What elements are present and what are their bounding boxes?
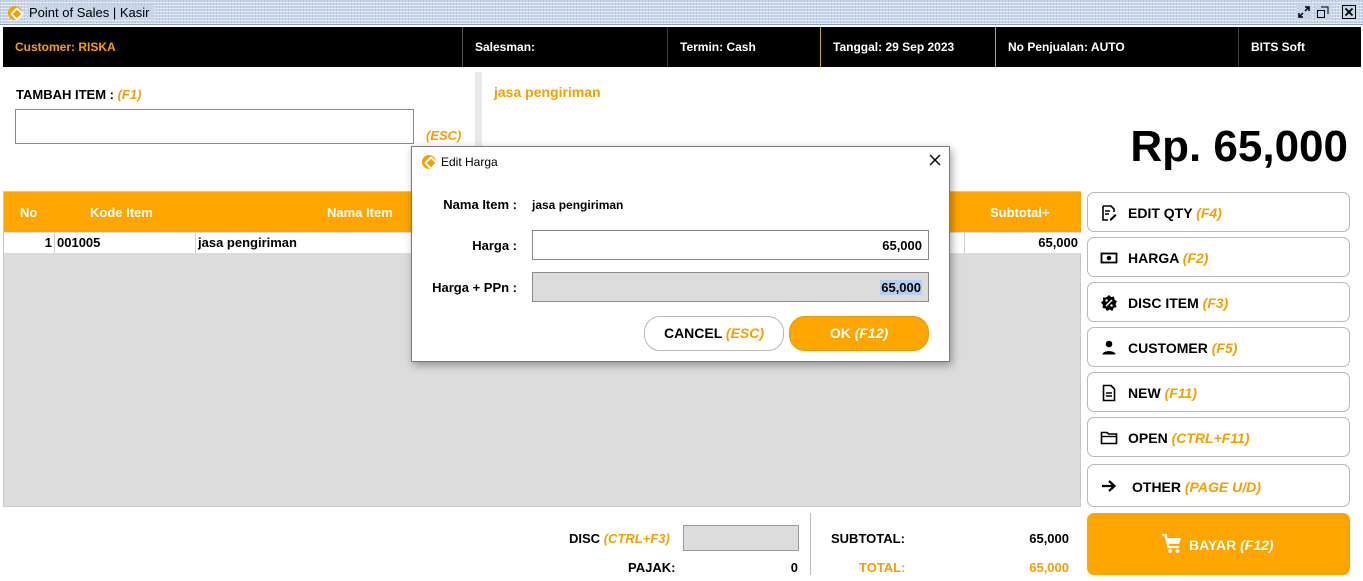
no-penjualan-info: No Penjualan: AUTO [996, 27, 1239, 67]
tanggal-value: 29 Sep 2023 [885, 40, 955, 54]
disc-item-button[interactable]: DISC ITEM (F3) [1087, 282, 1350, 322]
minimize-icon[interactable] [1315, 4, 1331, 20]
nama-item-label: Nama Item : [443, 197, 517, 212]
harga-ppn-input[interactable]: 65,000 [532, 272, 929, 302]
disc-label: DISC [569, 531, 601, 546]
display-total: Rp. 65,000 [1130, 122, 1348, 171]
subtotal-label: SUBTOTAL: [831, 531, 905, 546]
row-subtotal: 65,000 [1038, 235, 1078, 250]
dialog-close-icon[interactable] [926, 151, 944, 169]
disc-summary-label: DISC (CTRL+F3) [569, 531, 670, 546]
pajak-label: PAJAK: [628, 560, 676, 575]
summary-divider [810, 513, 811, 575]
discount-icon [1100, 294, 1118, 312]
window-titlebar: Point of Sales | Kasir [0, 0, 1363, 25]
col-no[interactable]: No [20, 205, 37, 220]
cancel-key: (ESC) [725, 325, 765, 341]
harga-input[interactable]: 65,000 [532, 230, 929, 260]
brand-label: BITS Soft [1251, 40, 1305, 54]
bayar-button[interactable]: BAYAR (F12) [1087, 513, 1350, 575]
add-item-label: TAMBAH ITEM : [16, 87, 114, 102]
edit-harga-dialog: Edit Harga Nama Item : jasa pengiriman H… [411, 146, 950, 362]
cancel-label: CANCEL [663, 325, 723, 341]
edit-icon [1100, 204, 1118, 222]
info-bar: Customer: RISKA Salesman: Termin: Cash T… [3, 27, 1361, 67]
edit-qty-button[interactable]: EDIT QTY (F4) [1087, 192, 1350, 232]
other-button[interactable]: OTHER (PAGE U/D) [1087, 464, 1350, 507]
customer-key: (F5) [1211, 340, 1238, 356]
close-icon[interactable] [1341, 4, 1357, 20]
col-nama-item[interactable]: Nama Item [327, 205, 393, 220]
no-penjualan-value: AUTO [1090, 40, 1125, 54]
new-doc-icon [1100, 384, 1118, 402]
disc-item-label: DISC ITEM [1128, 295, 1199, 311]
add-item-input[interactable] [15, 109, 414, 144]
customer-value: RISKA [78, 40, 116, 54]
other-label: OTHER [1132, 479, 1181, 495]
ppn-field-label: Harga + PPn : [432, 280, 517, 295]
col-subtotal[interactable]: Subtotal+ [990, 205, 1050, 220]
arrow-right-icon [1100, 477, 1118, 495]
harga-button[interactable]: HARGA (F2) [1087, 237, 1350, 277]
disc-key: (CTRL+F3) [603, 531, 670, 546]
total-label: TOTAL: [859, 560, 906, 575]
esc-hint: (ESC) [426, 128, 462, 143]
salesman-label: Salesman: [475, 40, 536, 54]
tanggal-label: Tanggal: [833, 40, 883, 54]
disc-item-key: (F3) [1202, 295, 1229, 311]
open-button[interactable]: OPEN (CTRL+F11) [1087, 417, 1350, 457]
cancel-button[interactable]: CANCEL (ESC) [644, 316, 784, 351]
subtotal-value: 65,000 [1029, 531, 1069, 546]
customer-label: Customer: [15, 40, 76, 54]
termin-info[interactable]: Termin: Cash [668, 27, 821, 67]
cart-icon [1161, 533, 1183, 558]
edit-qty-label: EDIT QTY [1128, 205, 1193, 221]
nama-item-value: jasa pengiriman [532, 198, 624, 212]
salesman-info[interactable]: Salesman: [463, 27, 668, 67]
add-item-panel: TAMBAH ITEM : (F1) (ESC) [3, 72, 475, 185]
bayar-key: (F12) [1240, 537, 1274, 553]
new-key: (F11) [1164, 385, 1197, 401]
open-label: OPEN [1128, 430, 1168, 446]
col-kode-item[interactable]: Kode Item [90, 205, 153, 220]
tanggal-info[interactable]: Tanggal: 29 Sep 2023 [821, 27, 996, 67]
dialog-title: Edit Harga [441, 155, 498, 169]
new-label: NEW [1128, 385, 1161, 401]
harga-key: (F2) [1182, 250, 1209, 266]
open-key: (CTRL+F11) [1171, 430, 1250, 446]
total-value: 65,000 [1029, 560, 1069, 575]
app-logo-icon [8, 6, 22, 20]
harga-label: HARGA [1128, 250, 1179, 266]
add-item-title: TAMBAH ITEM : (F1) [16, 87, 141, 102]
disc-input[interactable] [683, 525, 799, 551]
other-key: (PAGE U/D) [1184, 479, 1261, 495]
row-no: 1 [44, 235, 52, 250]
termin-label: Termin: [680, 40, 724, 54]
person-icon [1100, 339, 1118, 357]
edit-qty-key: (F4) [1196, 205, 1222, 221]
add-item-shortcut: (F1) [117, 87, 142, 102]
customer-info[interactable]: Customer: RISKA [3, 27, 463, 67]
ok-key: (F12) [854, 325, 889, 341]
window-title: Point of Sales | Kasir [27, 5, 155, 20]
harga-ppn-value: 65,000 [880, 280, 922, 295]
row-nama: jasa pengiriman [198, 235, 297, 250]
customer-label-btn: CUSTOMER [1128, 340, 1208, 356]
restore-icon[interactable] [1296, 4, 1312, 20]
ok-button[interactable]: OK (F12) [789, 316, 929, 351]
termin-value: Cash [726, 40, 756, 54]
folder-icon [1100, 429, 1118, 447]
row-kode: 001005 [57, 235, 101, 250]
dialog-logo-icon [422, 155, 436, 169]
bayar-label: BAYAR [1189, 537, 1237, 553]
customer-button[interactable]: CUSTOMER (F5) [1087, 327, 1350, 367]
new-button[interactable]: NEW (F11) [1087, 372, 1350, 412]
harga-field-label: Harga : [472, 238, 517, 253]
display-item-name: jasa pengiriman [494, 84, 601, 100]
pajak-value: 0 [790, 560, 798, 575]
ok-label: OK [829, 325, 851, 341]
no-penjualan-label: No Penjualan: [1008, 40, 1089, 54]
money-icon [1100, 249, 1118, 267]
